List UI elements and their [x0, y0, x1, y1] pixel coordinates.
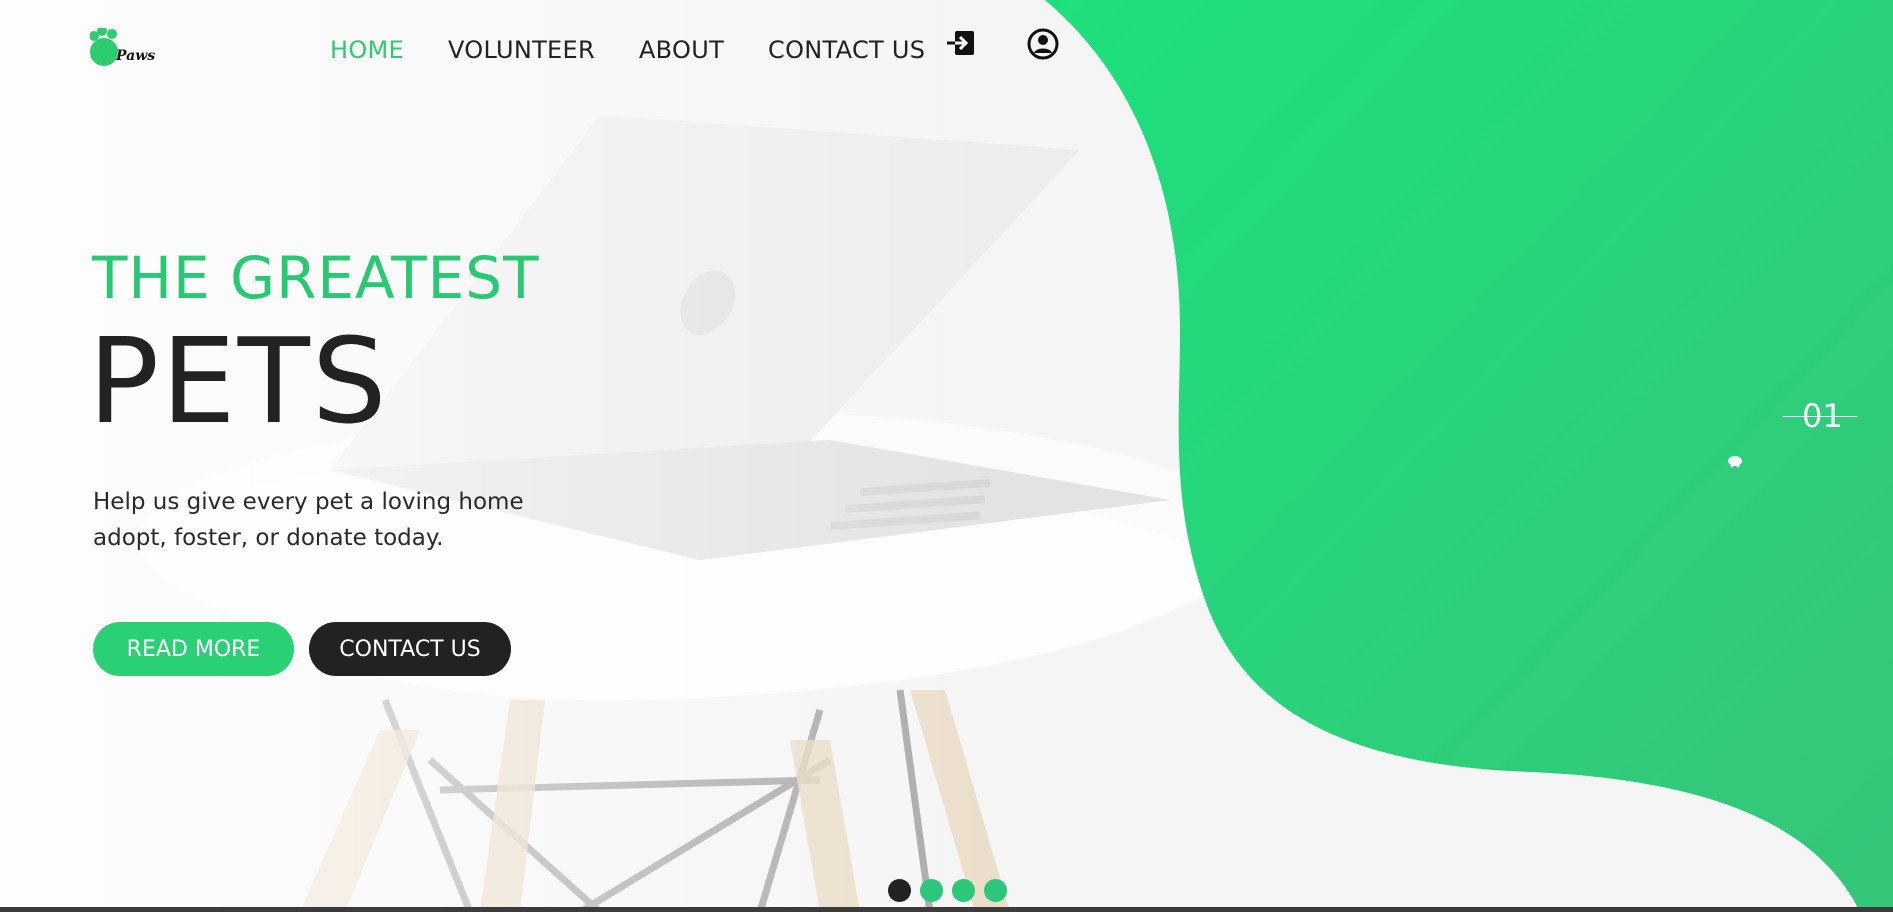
hero-title: PETS	[88, 312, 389, 450]
contact-us-button[interactable]: CONTACT US	[309, 622, 511, 676]
nav-home[interactable]: HOME	[330, 36, 404, 64]
hero-subtitle: Help us give every pet a loving home ado…	[93, 484, 613, 556]
slider-dot[interactable]	[984, 879, 1007, 902]
slider-dot[interactable]	[888, 879, 911, 902]
slider-dot[interactable]	[952, 879, 975, 902]
slide-number: 01	[1802, 397, 1843, 435]
nav-about[interactable]: ABOUT	[639, 36, 724, 64]
user-account-icon[interactable]	[1027, 28, 1059, 60]
slide-counter: 01	[1782, 396, 1858, 436]
login-icon[interactable]	[946, 28, 978, 60]
slider-dots	[888, 879, 1016, 902]
paw-small-icon	[1728, 456, 1742, 468]
main-nav: HOME VOLUNTEER ABOUT CONTACT US	[330, 32, 969, 68]
hero-subtitle-line: adopt, foster, or donate today.	[93, 525, 444, 551]
hero-subtitle-line: Help us give every pet a loving home	[93, 489, 524, 515]
logo-wordmark: Paws	[116, 48, 156, 64]
read-more-button[interactable]: READ MORE	[93, 622, 294, 676]
landing-page: Paws HOME VOLUNTEER ABOUT CONTACT US THE…	[0, 0, 1893, 912]
slider-dot[interactable]	[920, 879, 943, 902]
hero-background-image	[0, 0, 1893, 912]
bottom-edge-bar	[0, 907, 1893, 912]
nav-contact-us[interactable]: CONTACT US	[768, 36, 925, 64]
hero-kicker: THE GREATEST	[92, 244, 540, 312]
nav-volunteer[interactable]: VOLUNTEER	[448, 36, 595, 64]
